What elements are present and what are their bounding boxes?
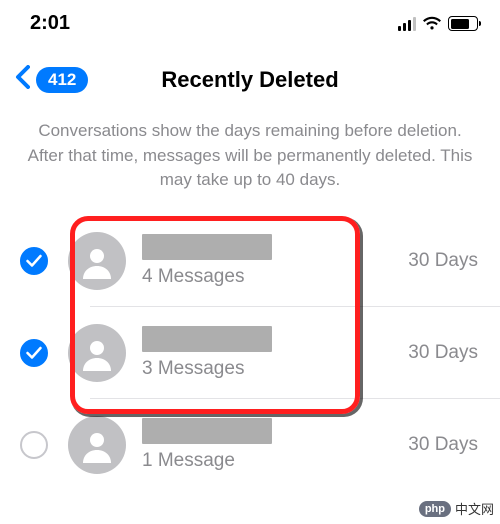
- conversation-row[interactable]: 4 Messages 30 Days: [0, 215, 500, 307]
- nav-header: 412 Recently Deleted: [0, 45, 500, 103]
- avatar: [68, 232, 126, 290]
- watermark: php 中文网: [419, 499, 494, 518]
- conversation-row[interactable]: 3 Messages 30 Days: [0, 307, 500, 399]
- contact-name-redacted: [142, 234, 272, 260]
- page-title: Recently Deleted: [161, 67, 338, 93]
- cellular-signal-icon: [398, 17, 416, 31]
- selection-checkbox[interactable]: [20, 431, 48, 459]
- message-count: 4 Messages: [142, 266, 400, 288]
- watermark-text: 中文网: [455, 499, 494, 518]
- status-bar: 2:01: [0, 0, 500, 45]
- conversation-content: 4 Messages: [142, 234, 400, 288]
- conversation-row[interactable]: 1 Message 30 Days: [0, 399, 500, 491]
- days-remaining: 30 Days: [408, 342, 478, 364]
- message-count: 1 Message: [142, 450, 400, 472]
- days-remaining: 30 Days: [408, 434, 478, 456]
- message-count: 3 Messages: [142, 358, 400, 380]
- days-remaining: 30 Days: [408, 250, 478, 272]
- contact-name-redacted: [142, 418, 272, 444]
- wifi-icon: [422, 16, 442, 31]
- avatar: [68, 324, 126, 382]
- watermark-badge: php: [419, 501, 451, 517]
- selection-checkbox[interactable]: [20, 339, 48, 367]
- avatar: [68, 416, 126, 474]
- info-description: Conversations show the days remaining be…: [0, 103, 500, 209]
- conversation-content: 3 Messages: [142, 326, 400, 380]
- selection-checkbox[interactable]: [20, 247, 48, 275]
- conversation-content: 1 Message: [142, 418, 400, 472]
- battery-icon: [448, 16, 478, 31]
- contact-name-redacted: [142, 326, 272, 352]
- status-indicators: [398, 16, 478, 31]
- conversation-list: 4 Messages 30 Days 3 Messages 30 Days 1 …: [0, 215, 500, 491]
- back-count-badge[interactable]: 412: [36, 67, 88, 93]
- back-chevron-icon[interactable]: [14, 65, 30, 95]
- status-time: 2:01: [30, 12, 70, 35]
